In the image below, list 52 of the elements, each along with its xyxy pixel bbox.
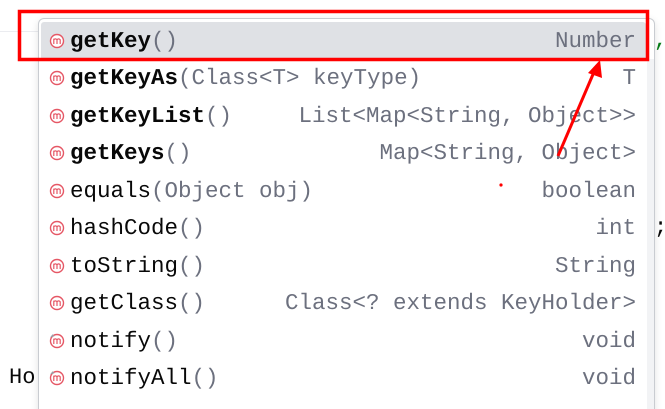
completion-item[interactable]: getKeyAs(Class<T> keyType) T bbox=[41, 60, 646, 97]
return-type: String bbox=[554, 252, 636, 279]
code-fragment: Ho bbox=[9, 365, 36, 390]
code-fragment: , bbox=[654, 27, 665, 55]
return-type: int bbox=[594, 215, 636, 242]
method-params: () bbox=[178, 215, 206, 242]
completion-item[interactable]: notify() void bbox=[41, 322, 646, 360]
return-type: boolean bbox=[540, 178, 636, 204]
method-params: () bbox=[205, 102, 232, 129]
method-params: () bbox=[164, 140, 192, 166]
return-type: Map<String, Object> bbox=[378, 140, 636, 166]
method-name: equals bbox=[70, 178, 152, 204]
completion-item[interactable]: getKeys() Map<String, Object> bbox=[41, 134, 646, 172]
completion-item[interactable]: hashCode() int bbox=[41, 210, 646, 247]
method-name: getKeyList bbox=[70, 102, 206, 129]
method-icon bbox=[49, 295, 65, 312]
method-icon bbox=[49, 32, 65, 49]
method-name: getKey bbox=[70, 28, 152, 54]
method-name: notifyAll bbox=[70, 365, 192, 392]
method-icon bbox=[49, 182, 65, 199]
code-fragment: ; bbox=[654, 214, 665, 242]
method-name: getKeyAs bbox=[70, 65, 178, 92]
return-type: void bbox=[580, 365, 636, 392]
completion-item[interactable]: notifyAll() void bbox=[41, 360, 646, 397]
method-params: () bbox=[178, 252, 206, 279]
method-params: () bbox=[192, 365, 219, 392]
return-type: T bbox=[621, 65, 636, 92]
method-icon bbox=[49, 332, 65, 349]
method-icon bbox=[49, 370, 65, 386]
completion-item[interactable]: getClass() Class<? extends KeyHolder> bbox=[41, 284, 646, 322]
method-icon bbox=[49, 220, 65, 236]
completion-item[interactable]: getKey() Number bbox=[41, 22, 646, 60]
method-params: () bbox=[151, 28, 178, 54]
annotation-dot bbox=[499, 183, 503, 187]
completion-item[interactable]: equals(Object obj) boolean bbox=[41, 172, 646, 210]
method-icon bbox=[49, 258, 65, 274]
method-icon bbox=[49, 145, 65, 162]
method-icon bbox=[49, 108, 65, 124]
method-name: getKeys bbox=[70, 140, 165, 166]
method-name: getClass bbox=[70, 290, 178, 316]
method-icon bbox=[49, 70, 65, 86]
method-name: notify bbox=[70, 328, 152, 354]
method-name: hashCode bbox=[70, 215, 178, 242]
return-type: Class<? extends KeyHolder> bbox=[284, 290, 636, 316]
method-name: toString bbox=[70, 252, 178, 279]
method-params: (Object obj) bbox=[151, 178, 314, 204]
method-params: () bbox=[178, 290, 206, 316]
method-params: (Class<T> keyType) bbox=[178, 65, 422, 92]
return-type: void bbox=[580, 328, 636, 354]
return-type: Number bbox=[554, 28, 636, 54]
completion-item[interactable]: toString() String bbox=[41, 247, 646, 284]
method-params: () bbox=[151, 328, 178, 354]
